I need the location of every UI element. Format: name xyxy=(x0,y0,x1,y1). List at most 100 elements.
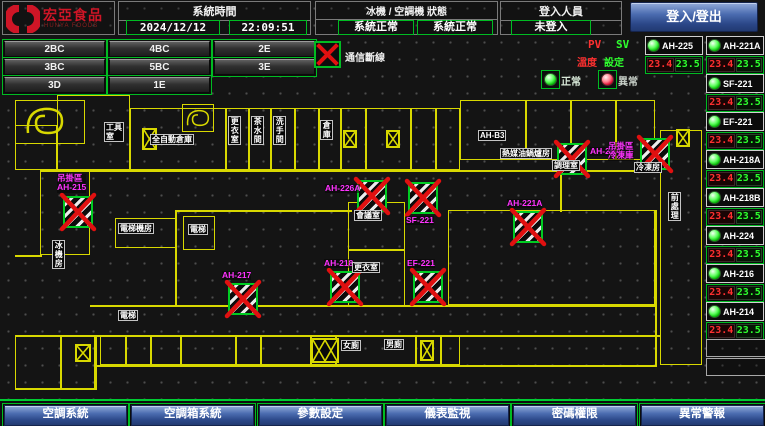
ahu-unit-marker[interactable] xyxy=(228,283,258,315)
unit-sv-value: 23.5 xyxy=(736,210,763,224)
unit-block-ah-224: AH-22423.423.5 xyxy=(706,226,764,264)
shaft-x-icon xyxy=(75,344,91,362)
plan-room xyxy=(448,210,655,305)
floor-button-4bc[interactable]: 4BC xyxy=(109,41,210,57)
ahu-unit-marker[interactable] xyxy=(357,180,387,212)
chiller-status-badge: 系統正常 xyxy=(338,20,414,35)
abnormal-led-cell xyxy=(598,70,617,89)
unit-name-button[interactable]: SF-221 xyxy=(706,74,764,93)
nav-button-3[interactable]: 參數設定 xyxy=(259,405,382,426)
plan-wall xyxy=(440,335,442,365)
unit-name-label: AH-225 xyxy=(662,41,693,51)
login-logout-button[interactable]: 登入/登出 xyxy=(630,2,758,32)
comm-loss-icon xyxy=(314,41,341,68)
room-label: 電梯 xyxy=(188,224,208,235)
floor-button-2e[interactable]: 2E xyxy=(214,41,315,57)
ahu-unit-marker[interactable] xyxy=(63,196,93,228)
stair-spiral-icon xyxy=(184,106,212,130)
shaft-x-icon xyxy=(386,130,400,148)
unit-name-button[interactable]: AH-221A xyxy=(706,36,764,55)
floor-button-cell: 2BC xyxy=(2,39,107,59)
sv-legend: SV xyxy=(616,38,629,51)
room-label: 熱媒油鍋爐房 xyxy=(500,148,552,159)
room-label: 工具 室 xyxy=(104,122,124,142)
floor-button-cell: 2E xyxy=(212,39,317,59)
room-label: 更衣室 xyxy=(228,116,241,145)
unit-name-button[interactable]: AH-218A xyxy=(706,150,764,169)
brand-logo: 宏亞食品 HUNYA FOODS xyxy=(2,1,115,35)
unit-block-ef-221: EF-22123.423.5 xyxy=(706,112,764,150)
unit-pv-value: 23.4 xyxy=(708,172,735,186)
floor-button-3bc[interactable]: 3BC xyxy=(4,59,105,75)
nav-button-1[interactable]: 空調系統 xyxy=(4,405,127,426)
plan-wall xyxy=(294,108,296,170)
room-label: 男廁 xyxy=(384,339,404,350)
plan-wall xyxy=(235,335,237,365)
floor-button-3e[interactable]: 3E xyxy=(214,59,315,75)
system-time-section: 系統時間 2024/12/12 22:09:51 xyxy=(118,1,311,35)
ahu-unit-label: AH-217 xyxy=(222,271,251,280)
unit-name-label: AH-216 xyxy=(723,269,754,279)
nav-button-cell: 參數設定 xyxy=(257,403,384,426)
ahu-unit-marker[interactable] xyxy=(330,271,360,303)
unit-empty-slot xyxy=(706,339,765,357)
unit-pv-value: 23.4 xyxy=(708,324,735,338)
ahu-unit-marker[interactable] xyxy=(408,182,438,214)
unit-status-led-icon xyxy=(708,191,721,204)
ahu-unit-label: 吊掛區 AH-215 xyxy=(57,174,86,193)
brand-name: 宏亞食品 xyxy=(43,8,103,22)
room-label: 冷凍房 xyxy=(634,162,662,173)
pv-legend: PV xyxy=(588,38,601,51)
nav-button-2[interactable]: 空調箱系統 xyxy=(131,405,254,426)
plan-wall xyxy=(435,108,437,170)
plan-wall xyxy=(175,210,352,212)
unit-pv-value: 23.4 xyxy=(708,58,735,72)
unit-name-button[interactable]: AH-214 xyxy=(706,302,764,321)
unit-name-label: AH-218A xyxy=(723,155,761,165)
room-label: AH-B3 xyxy=(478,130,506,141)
ahu-unit-marker[interactable] xyxy=(413,271,443,303)
floor-button-2bc[interactable]: 2BC xyxy=(4,41,105,57)
plan-wall xyxy=(270,108,272,170)
plan-wall xyxy=(175,210,177,307)
unit-name-button[interactable]: AH-224 xyxy=(706,226,764,245)
floor-button-cell: 4BC xyxy=(107,39,212,59)
abnormal-legend-label: 異常 xyxy=(618,73,638,88)
plan-wall xyxy=(15,255,42,257)
unit-name-button[interactable]: EF-221 xyxy=(706,112,764,131)
unit-sv-value: 23.5 xyxy=(736,248,763,262)
unit-block-ah-221a: AH-221A23.423.5 xyxy=(706,36,764,74)
normal-legend-label: 正常 xyxy=(561,73,581,88)
unit-pv-value: 23.4 xyxy=(708,134,735,148)
unit-values: 23.423.5 xyxy=(706,170,764,188)
nav-button-5[interactable]: 密碼權限 xyxy=(513,405,636,426)
nav-button-6[interactable]: 異常警報 xyxy=(641,405,764,426)
floor-button-5bc[interactable]: 5BC xyxy=(109,59,210,75)
shaft-x-icon xyxy=(343,130,357,148)
unit-name-button[interactable]: AH-225 xyxy=(645,36,703,55)
login-person-label: 登入人員 xyxy=(501,3,621,21)
nav-button-4[interactable]: 儀表監視 xyxy=(386,405,509,426)
unit-block-ah-218b: AH-218B23.423.5 xyxy=(706,188,764,226)
room-label: 前處理 xyxy=(668,192,681,221)
unit-name-button[interactable]: AH-218B xyxy=(706,188,764,207)
unit-sv-value: 23.5 xyxy=(736,58,763,72)
ahu-unit-label: 吊掛區 冷凍庫 xyxy=(608,142,634,161)
room-label: 電梯 xyxy=(118,310,138,321)
unit-sv-value: 23.5 xyxy=(736,286,763,300)
unit-values: 23.423.5 xyxy=(706,94,764,112)
room-label: 會議室 xyxy=(354,210,382,221)
room-label: 更衣室 xyxy=(352,262,380,273)
unit-status-led-icon xyxy=(708,229,721,242)
unit-name-button[interactable]: AH-216 xyxy=(706,264,764,283)
ahu-unit-marker[interactable] xyxy=(513,211,543,243)
floor-button-3d[interactable]: 3D xyxy=(4,77,105,93)
room-label: 全自動倉庫 xyxy=(150,134,194,145)
unit-status-led-icon xyxy=(647,39,660,52)
unit-values: 23.423.5 xyxy=(706,56,764,74)
shaft-x-icon xyxy=(311,338,339,363)
plan-wall xyxy=(415,335,417,365)
ahu-unit-label: AH-221A xyxy=(507,199,542,208)
plan-wall xyxy=(95,365,657,367)
floor-button-1e[interactable]: 1E xyxy=(109,77,210,93)
